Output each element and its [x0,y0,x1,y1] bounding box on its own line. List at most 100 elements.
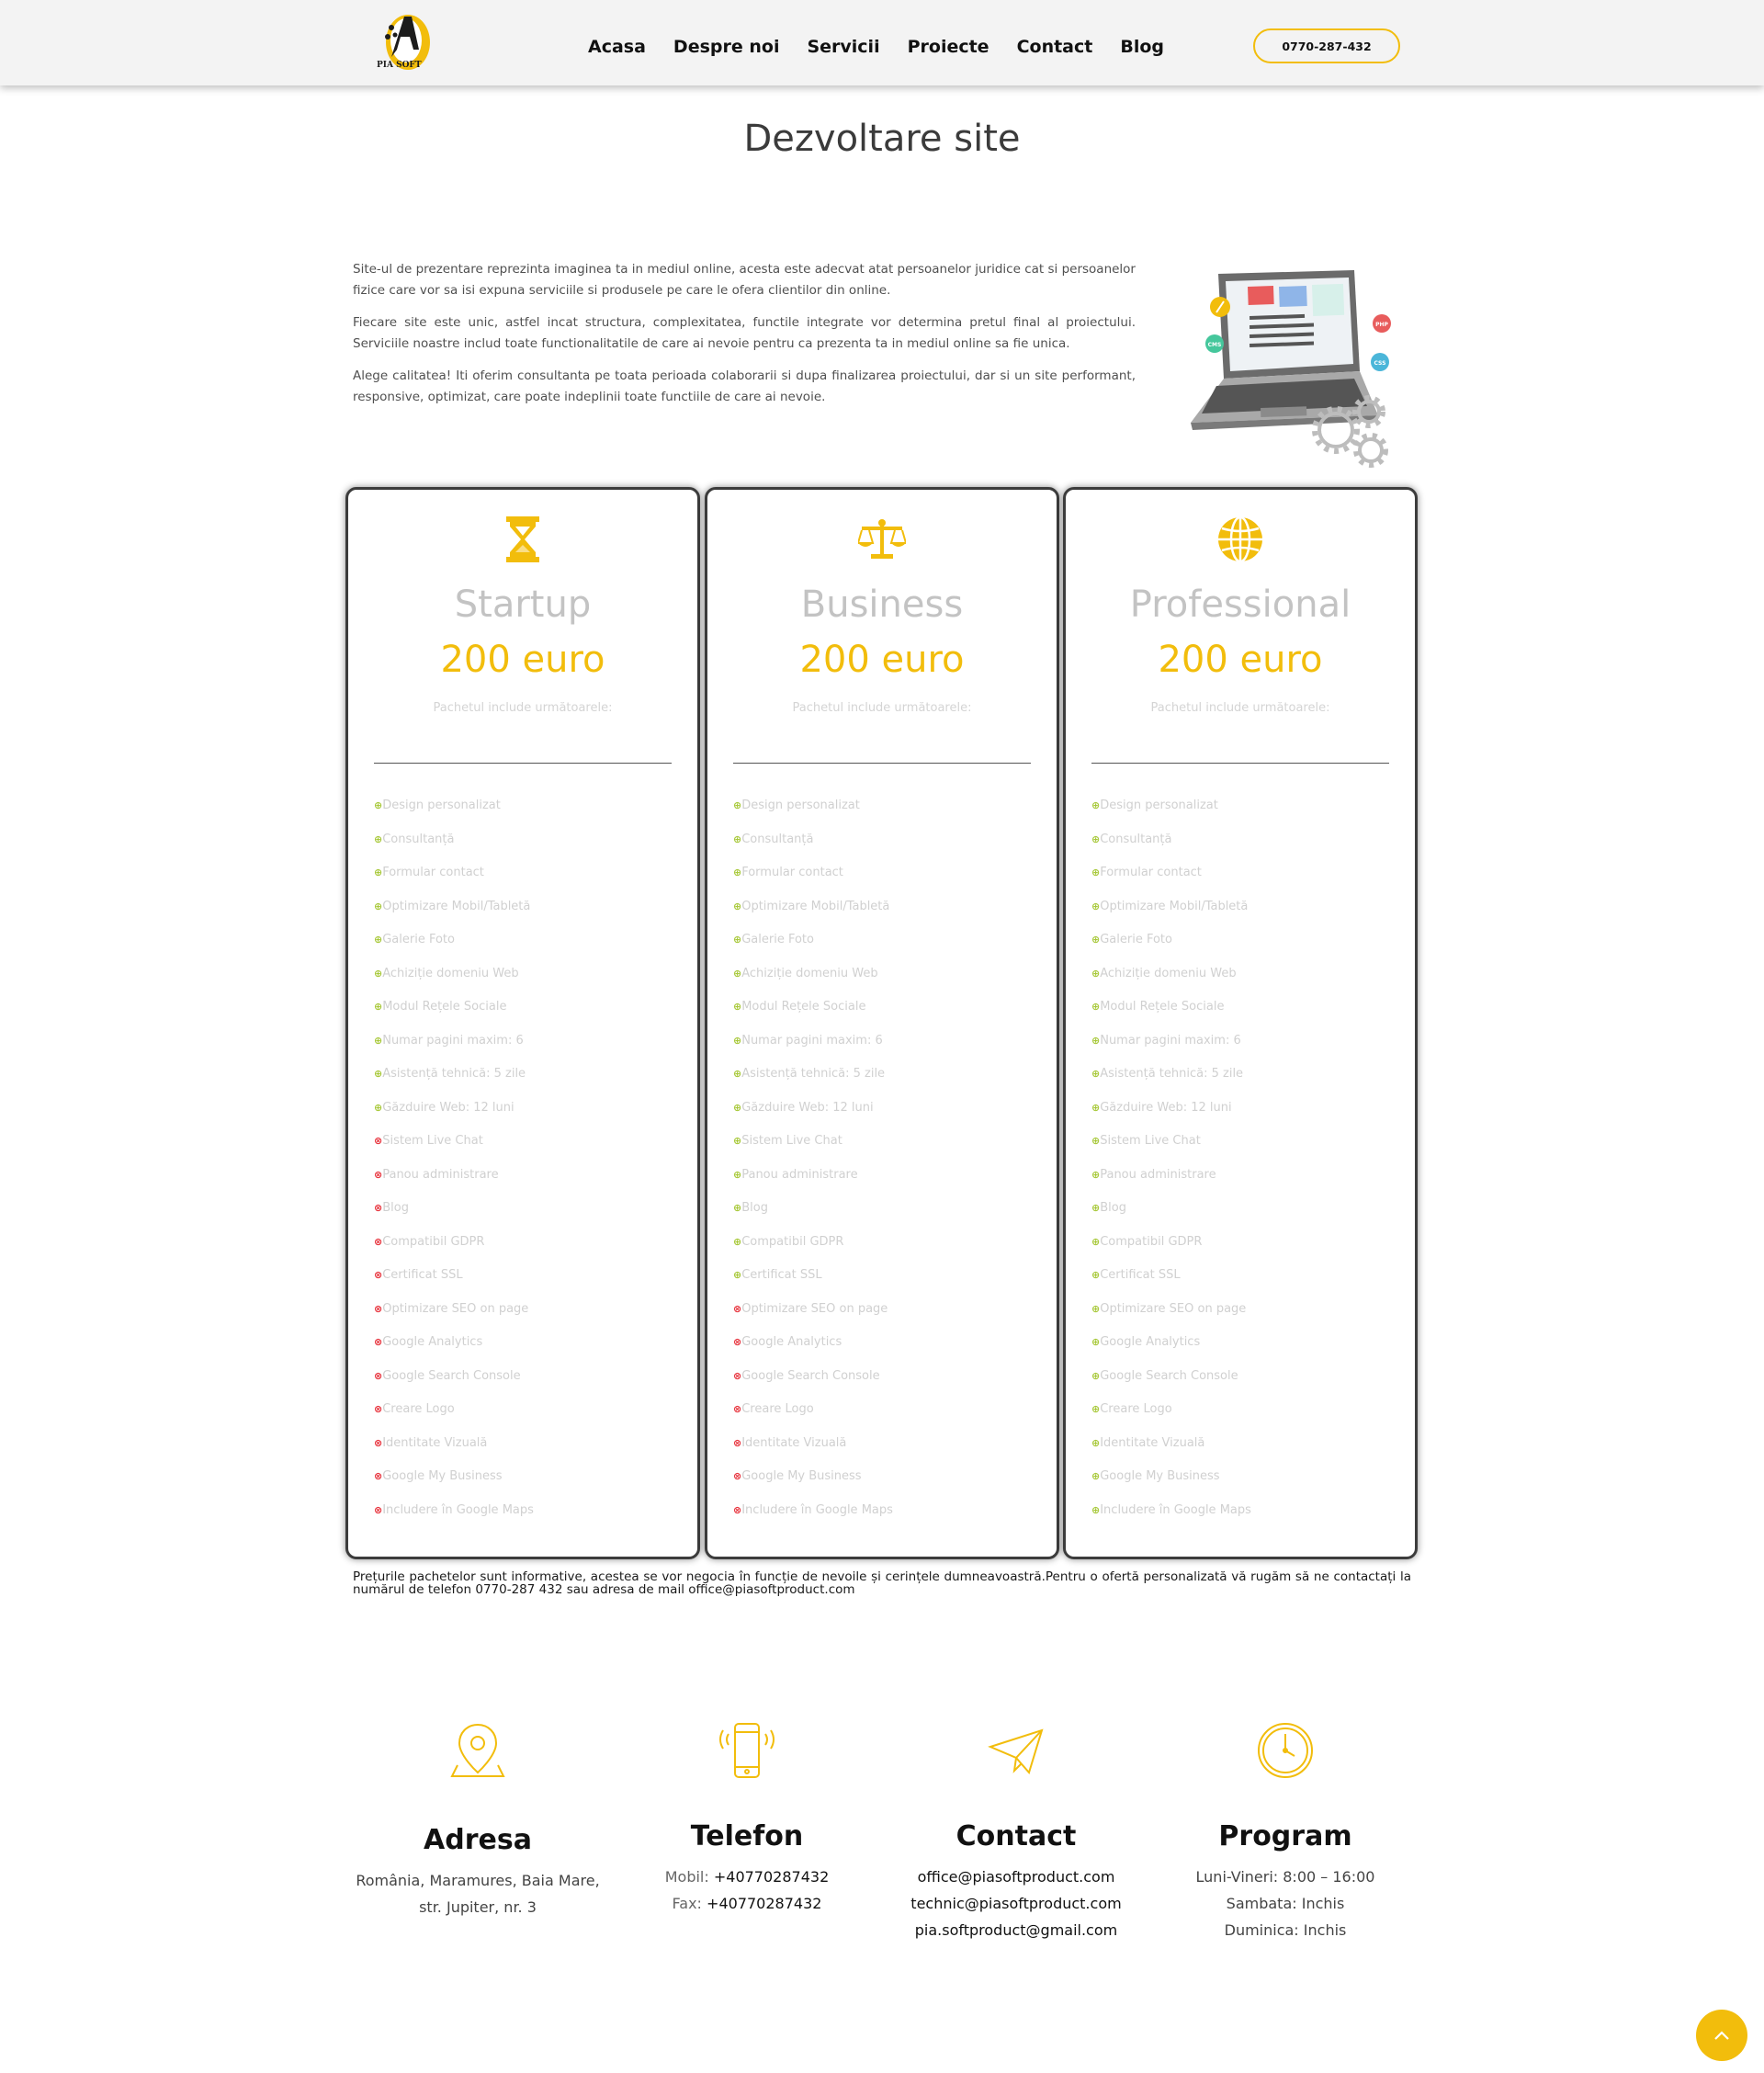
feature-label: Google Analytics [1100,1335,1201,1349]
feature-item: ⊕ Optimizare Mobil/Tabletă [374,900,534,934]
email-link[interactable]: pia.softproduct@gmail.com [882,1917,1150,1943]
check-icon: ⊕ [733,1068,742,1080]
mobile-number[interactable]: +40770287432 [714,1868,829,1886]
feature-item: ⊗ Google My Business [374,1469,534,1503]
cross-icon: ⊗ [374,1369,383,1382]
cross-icon: ⊗ [733,1302,742,1315]
feature-item: ⊕ Achiziție domeniu Web [374,967,534,1001]
globe-icon [1066,515,1415,565]
address-line: România, Maramures, Baia Mare, [356,1872,600,1889]
feature-label: Google My Business [382,1469,503,1483]
check-icon: ⊕ [1091,1403,1101,1415]
feature-label: Formular contact [382,866,484,879]
check-icon: ⊕ [1091,1369,1101,1382]
check-icon: ⊕ [733,1168,742,1181]
feature-label: Google My Business [741,1469,862,1483]
plan-name: Professional [1129,583,1351,626]
cross-icon: ⊗ [374,1235,383,1248]
nav-acasa[interactable]: Acasa [588,37,646,57]
check-icon: ⊕ [733,867,742,878]
logo[interactable]: PIA SOFT [371,9,435,75]
feature-label: Optimizare SEO on page [382,1301,529,1316]
mobile-label: Mobil: [664,1868,709,1886]
check-icon: ⊕ [1091,867,1101,878]
laptop-illustration: CMS PHP CSS [1165,261,1396,469]
divider [374,763,672,764]
email-link[interactable]: technic@piasoftproduct.com [882,1890,1150,1917]
phone-block: Telefon Mobil: +40770287432 Fax: +407702… [613,1721,881,1917]
plan-price: 200 euro [1158,639,1323,681]
phone-title: Telefon [690,1820,804,1852]
check-icon: ⊕ [733,934,742,946]
feature-item: ⊕ Google Search Console [1091,1369,1251,1403]
feature-label: Google Search Console [1100,1368,1238,1383]
feature-item: ⊕ Consultanță [374,833,534,867]
scroll-to-top-button[interactable] [1696,2010,1747,2061]
feature-item: ⊗ Google Search Console [733,1369,893,1403]
logo-text: PIA SOFT [377,61,422,70]
feature-label: Sistem Live Chat [1100,1134,1201,1148]
feature-label: Optimizare Mobil/Tabletă [382,899,531,913]
feature-label: Certificat SSL [741,1268,822,1282]
feature-item: ⊕ Modul Rețele Sociale [733,1000,893,1034]
divider [733,763,1031,764]
phone-button[interactable]: 0770-287-432 [1253,28,1400,63]
contact-title: Contact [956,1820,1077,1852]
check-icon: ⊕ [1091,1269,1101,1281]
nav-despre-noi[interactable]: Despre noi [673,37,780,57]
feature-item: ⊗ Compatibil GDPR [374,1235,534,1269]
feature-item: ⊕ Sistem Live Chat [1091,1134,1251,1168]
feature-item: ⊗ Sistem Live Chat [374,1134,534,1168]
feature-label: Formular contact [741,866,843,879]
feature-item: ⊗ Certificat SSL [374,1268,534,1302]
check-icon: ⊕ [733,1269,742,1281]
feature-item: ⊕ Design personalizat [733,799,893,833]
feature-label: Design personalizat [382,799,501,812]
feature-item: ⊕ Galerie Foto [374,933,534,967]
feature-item: ⊕ Optimizare Mobil/Tabletă [1091,900,1251,934]
fax-number[interactable]: +40770287432 [707,1895,821,1912]
check-icon: ⊕ [1091,1503,1101,1516]
feature-list: ⊕ Design personalizat ⊕ Consultanță ⊕ Formula… [1091,799,1251,1536]
check-icon: ⊕ [733,1034,742,1047]
check-icon: ⊕ [374,833,383,845]
nav-proiecte[interactable]: Proiecte [908,37,989,57]
feature-label: Includere în Google Maps [741,1502,893,1517]
plan-price: 200 euro [799,639,965,681]
feature-label: Optimizare SEO on page [741,1301,888,1316]
feature-label: Sistem Live Chat [741,1134,842,1148]
feature-label: Galerie Foto [1100,933,1172,946]
paper-plane-icon [882,1721,1150,1784]
feature-item: ⊕ Panou administrare [1091,1168,1251,1202]
feature-label: Modul Rețele Sociale [382,1000,507,1014]
nav-servicii[interactable]: Servicii [807,37,879,57]
fax-line: Fax: +40770287432 [613,1890,881,1917]
feature-label: Compatibil GDPR [741,1234,844,1249]
feature-item: ⊕ Numar pagini maxim: 6 [374,1034,534,1068]
check-icon: ⊕ [1091,1168,1101,1181]
check-icon: ⊕ [733,833,742,845]
check-icon: ⊕ [1091,1235,1101,1248]
feature-label: Achiziție domeniu Web [382,966,519,980]
check-icon: ⊕ [1091,1436,1101,1449]
feature-item: ⊗ Creare Logo [374,1402,534,1436]
feature-label: Optimizare SEO on page [1100,1301,1247,1316]
feature-label: Modul Rețele Sociale [741,1000,866,1014]
location-pin-icon [344,1721,612,1784]
nav-contact[interactable]: Contact [1017,37,1093,57]
feature-label: Identitate Vizuală [382,1435,488,1450]
smartphone-icon [613,1721,881,1784]
plan-card-startup: Startup 200 euro Pachetul include următo… [345,487,700,1559]
cross-icon: ⊗ [733,1436,742,1449]
program-line: Luni-Vineri: 8:00 – 16:00 [1195,1868,1375,1886]
feature-item: ⊕ Blog [733,1201,893,1235]
email-link[interactable]: office@piasoftproduct.com [882,1863,1150,1890]
check-icon: ⊕ [1091,934,1101,946]
check-icon: ⊕ [374,900,383,912]
cross-icon: ⊗ [374,1135,383,1147]
nav-blog[interactable]: Blog [1120,37,1164,57]
feature-label: Panou administrare [1100,1167,1216,1182]
feature-label: Consultanță [1100,832,1172,846]
cross-icon: ⊗ [374,1269,383,1281]
feature-item: ⊕ Google Analytics [1091,1335,1251,1369]
